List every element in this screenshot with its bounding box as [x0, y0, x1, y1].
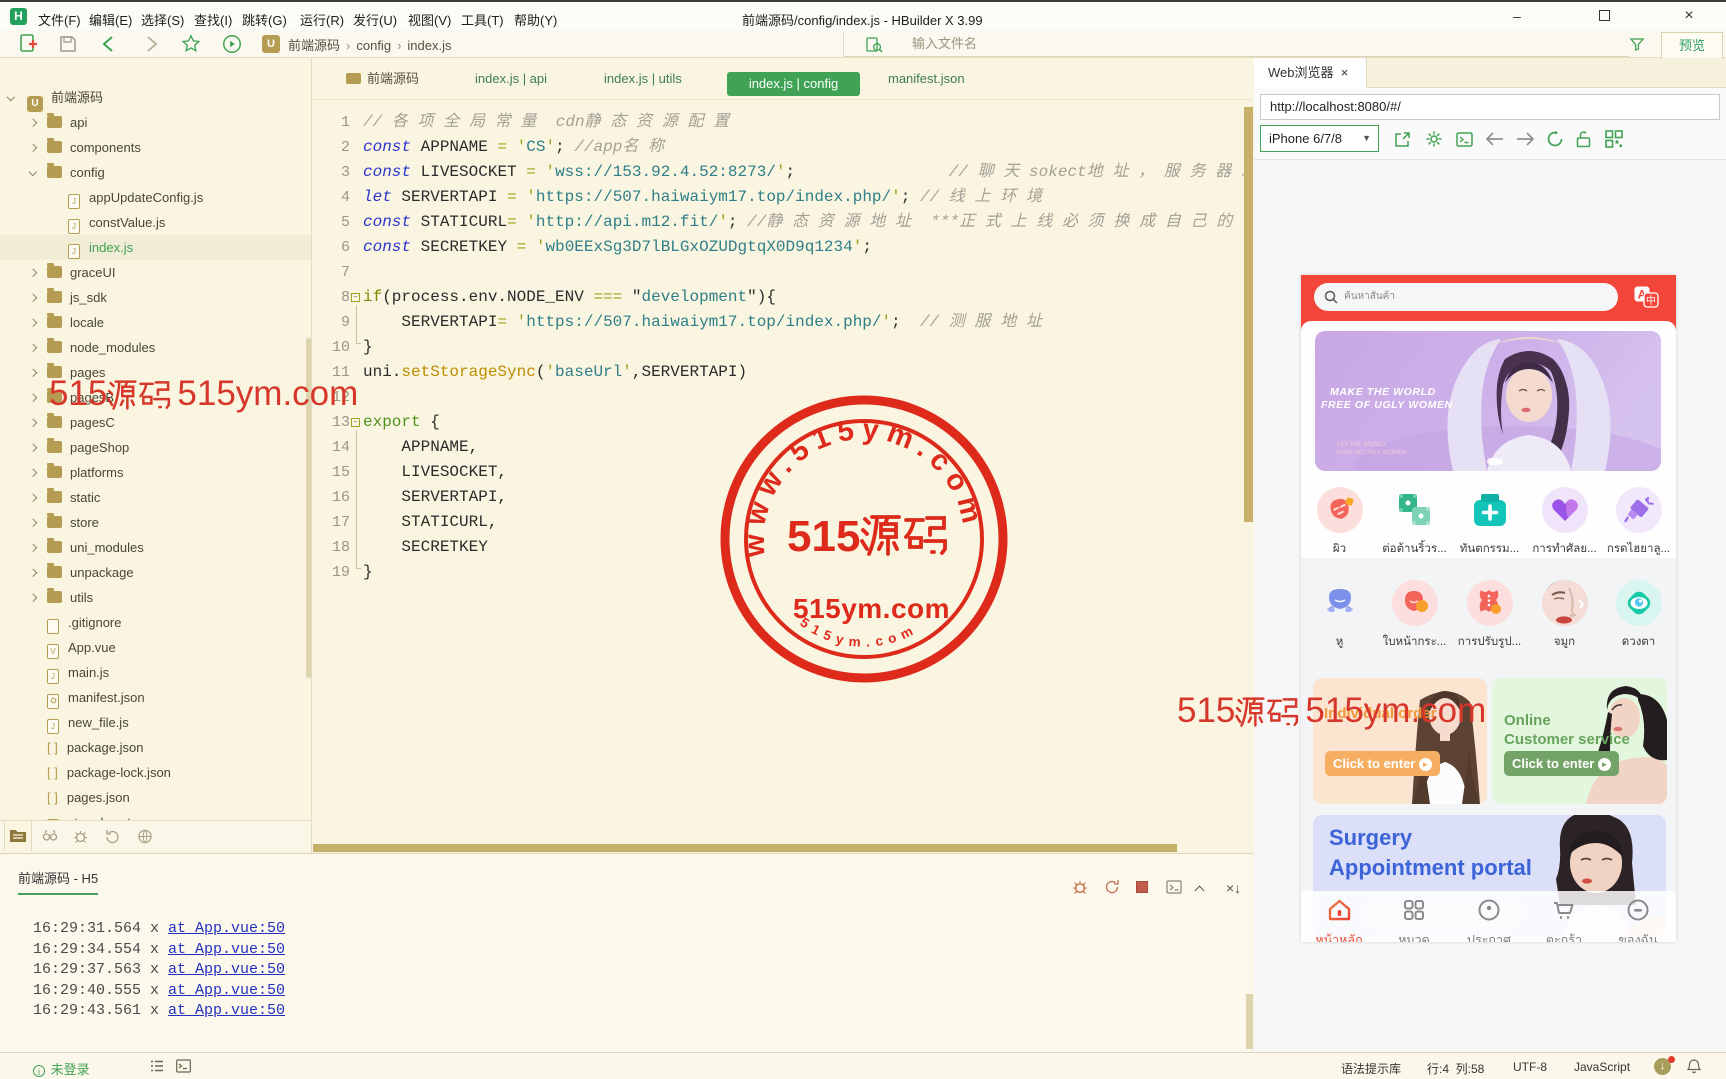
svg-text:中: 中 [1646, 294, 1656, 307]
svg-text:MAKE THE WORLD: MAKE THE WORLD [1330, 386, 1436, 398]
svg-text:FREE OF UGLY WOMEN: FREE OF UGLY WOMEN [1321, 399, 1453, 411]
svg-text:515ym.com: 515ym.com [793, 593, 950, 624]
svg-text:HAVE NO UGLY WOMEN: HAVE NO UGLY WOMEN [1337, 450, 1406, 456]
svg-text:LET THE WORLD: LET THE WORLD [1337, 442, 1386, 448]
svg-text:515: 515 [787, 512, 860, 561]
